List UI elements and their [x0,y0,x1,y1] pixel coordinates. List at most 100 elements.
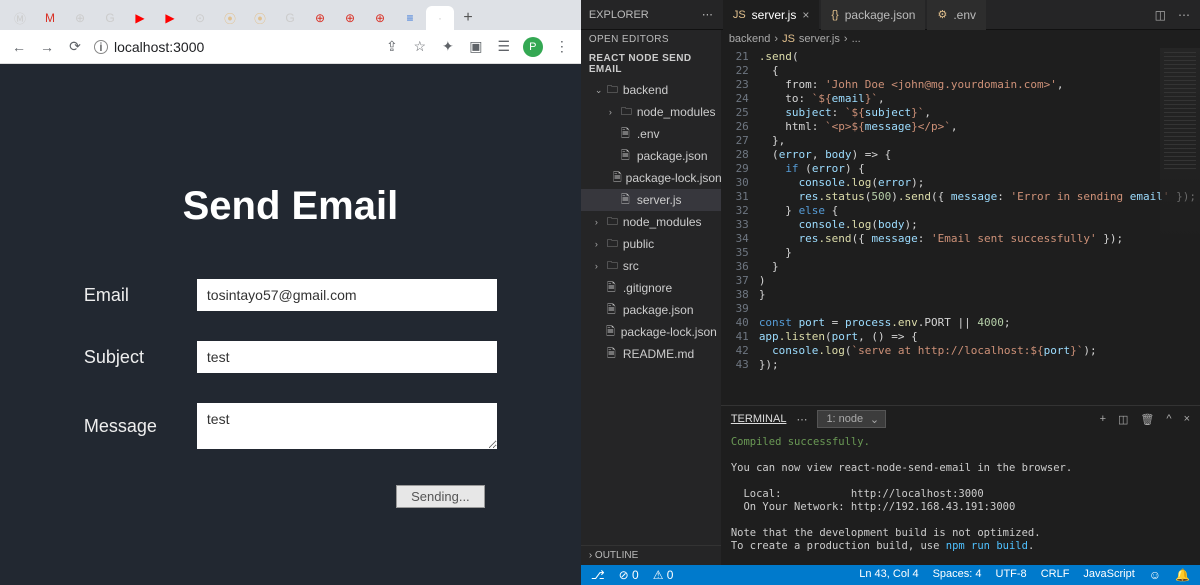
reload-icon[interactable]: ⟳ [66,38,84,55]
browser-tab[interactable]: ⊙ [186,6,214,30]
line-gutter: 21 22 23 24 25 26 27 28 29 30 31 32 33 3… [721,48,755,405]
star-icon[interactable]: ☆ [411,38,429,55]
open-editors-section[interactable]: OPEN EDITORS [581,30,721,49]
editor-tab-package[interactable]: {} package.json [821,0,925,30]
subject-row: Subject [84,341,497,373]
vscode-top-row: EXPLORER ⋯ JS server.js × {} package.jso… [581,0,1200,30]
explorer-header: EXPLORER ⋯ [581,0,721,30]
file-item[interactable]: 🗎README.md [581,343,721,365]
close-icon[interactable]: × [802,8,809,22]
file-item[interactable]: 🗎package-lock.json [581,321,721,343]
new-tab-button[interactable]: + [456,6,480,30]
feedback-icon[interactable]: ☺ [1149,568,1161,582]
file-tree: ⌄🗀backend›🗀node_modules🗎.env🗎package.jso… [581,79,721,545]
email-row: Email [84,279,497,311]
editor-tab-env[interactable]: ⚙ .env [927,0,986,30]
browser-tab[interactable]: ⦿ [216,6,244,30]
split-terminal-icon[interactable]: ◫ [1118,413,1128,426]
address-bar: ← → ⟳ i localhost:3000 ⇪ ☆ ✦ ▣ ☰ P ⋮ [0,30,581,64]
folder-item[interactable]: ›🗀node_modules [581,101,721,123]
project-section[interactable]: REACT NODE SEND EMAIL [581,49,721,79]
browser-tab[interactable]: G [276,6,304,30]
warnings-icon[interactable]: ⚠ 0 [653,568,674,582]
reading-list-icon[interactable]: ☰ [495,38,513,55]
browser-tab[interactable]: M [36,6,64,30]
encoding[interactable]: UTF-8 [996,568,1027,582]
browser-tab[interactable]: ⊕ [66,6,94,30]
terminal-tab[interactable]: TERMINAL [731,413,787,425]
folder-item[interactable]: ›🗀src [581,255,721,277]
terminal-selector[interactable]: 1: node [817,410,886,428]
profile-avatar[interactable]: P [523,37,543,57]
errors-icon[interactable]: ⊘ 0 [619,568,639,582]
file-item[interactable]: 🗎.gitignore [581,277,721,299]
chrome-window: Ⓜ M ⊕ G ▶ ▶ ⊙ ⦿ ⦿ G ⊕ ⊕ ⊕ ≡ · + ← → ⟳ i … [0,0,581,585]
url-text: localhost:3000 [114,39,204,55]
browser-tab[interactable]: ⦿ [246,6,274,30]
file-item[interactable]: 🗎package.json [581,145,721,167]
new-terminal-icon[interactable]: + [1100,413,1106,426]
folder-item[interactable]: ›🗀node_modules [581,211,721,233]
site-info-icon[interactable]: i [94,40,108,54]
file-item[interactable]: 🗎package-lock.json [581,167,721,189]
browser-tab[interactable]: ⊕ [306,6,334,30]
forward-icon[interactable]: → [38,39,56,55]
status-bar: ⎇ ⊘ 0 ⚠ 0 Ln 43, Col 4 Spaces: 4 UTF-8 C… [581,565,1200,585]
json-file-icon: {} [831,9,838,21]
url-display[interactable]: i localhost:3000 [94,39,204,55]
js-file-icon: JS [733,9,746,21]
close-panel-icon[interactable]: × [1184,413,1190,426]
more-icon[interactable]: ⋯ [702,8,713,21]
tab-label: .env [953,8,976,22]
trash-icon[interactable]: 🗑 [1140,413,1154,426]
menu-icon[interactable]: ⋮ [553,38,571,55]
file-item[interactable]: 🗎server.js [581,189,721,211]
share-icon[interactable]: ⇪ [383,38,401,55]
page-title: Send Email [183,184,399,229]
browser-tab[interactable]: ⊕ [336,6,364,30]
browser-tab[interactable]: ▶ [156,6,184,30]
folder-item[interactable]: ⌄🗀backend [581,79,721,101]
file-item[interactable]: 🗎.env [581,123,721,145]
browser-tab-active[interactable]: · [426,6,454,30]
more-icon[interactable]: ⋯ [796,413,807,426]
browser-tab[interactable]: ▶ [126,6,154,30]
message-row: Message [84,403,497,449]
env-file-icon: ⚙ [937,8,947,21]
panel-icon[interactable]: ▣ [467,38,485,55]
outline-section[interactable]: › OUTLINE [581,545,721,565]
back-icon[interactable]: ← [10,39,28,55]
browser-tab[interactable]: ≡ [396,6,424,30]
message-input[interactable] [197,403,497,449]
remote-icon[interactable]: ⎇ [591,568,605,582]
more-actions-icon[interactable]: ⋯ [1178,8,1190,22]
browser-tab[interactable]: Ⓜ [6,6,34,30]
browser-tab-strip: Ⓜ M ⊕ G ▶ ▶ ⊙ ⦿ ⦿ G ⊕ ⊕ ⊕ ≡ · + [0,0,581,30]
explorer-sidebar: OPEN EDITORS REACT NODE SEND EMAIL ⌄🗀bac… [581,30,721,565]
eol[interactable]: CRLF [1041,568,1070,582]
submit-button[interactable]: Sending... [396,485,485,508]
subject-label: Subject [84,347,179,368]
maximize-icon[interactable]: ^ [1166,413,1171,426]
folder-item[interactable]: ›🗀public [581,233,721,255]
split-editor-icon[interactable]: ◫ [1155,8,1166,22]
terminal-panel: TERMINAL ⋯ 1: node + ◫ 🗑 ^ × Compiled su… [721,405,1200,565]
tab-label: server.js [752,8,797,22]
email-input[interactable] [197,279,497,311]
cursor-position[interactable]: Ln 43, Col 4 [859,568,918,582]
breadcrumb[interactable]: backend › JS server.js › ... [721,30,1200,48]
indentation[interactable]: Spaces: 4 [933,568,982,582]
code-editor[interactable]: .send( { from: 'John Doe <john@mg.yourdo… [755,48,1200,405]
browser-tab[interactable]: ⊕ [366,6,394,30]
terminal-output[interactable]: Compiled successfully. You can now view … [721,432,1200,565]
browser-tab[interactable]: G [96,6,124,30]
file-item[interactable]: 🗎package.json [581,299,721,321]
vscode-window: EXPLORER ⋯ JS server.js × {} package.jso… [581,0,1200,585]
notifications-icon[interactable]: 🔔 [1175,568,1190,582]
subject-input[interactable] [197,341,497,373]
editor-column: backend › JS server.js › ... 21 22 23 24… [721,30,1200,565]
minimap[interactable] [1160,48,1200,405]
extensions-icon[interactable]: ✦ [439,38,457,55]
editor-tab-server[interactable]: JS server.js × [723,0,820,30]
language-mode[interactable]: JavaScript [1083,568,1134,582]
